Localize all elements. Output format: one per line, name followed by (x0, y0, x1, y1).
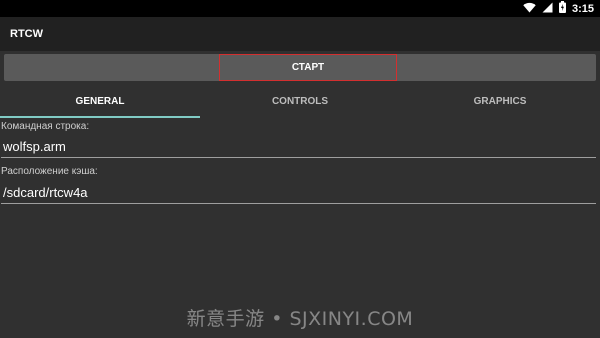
start-button[interactable]: СТАРТ (219, 54, 397, 81)
cache-location-input[interactable] (1, 182, 596, 204)
command-line-input[interactable] (1, 136, 596, 158)
battery-icon (558, 0, 566, 18)
start-bar[interactable]: СТАРТ (4, 54, 596, 81)
watermark: 新意手游 • SJXINYI.COM (186, 308, 414, 330)
command-line-label: Командная строка: (1, 121, 90, 132)
app-bar: RTCW (0, 17, 600, 51)
status-icons: 3:15 (523, 0, 594, 17)
tab-general[interactable]: GENERAL (0, 84, 200, 118)
cache-location-label: Расположение кэша: (1, 166, 98, 177)
tab-graphics[interactable]: GRAPHICS (400, 84, 600, 118)
tab-indicator (0, 116, 200, 118)
tab-controls[interactable]: CONTROLS (200, 84, 400, 118)
app-title: RTCW (10, 28, 43, 40)
wifi-icon (523, 0, 536, 18)
status-time: 3:15 (571, 2, 594, 15)
status-bar: 3:15 (0, 0, 600, 17)
signal-icon (542, 0, 553, 18)
tab-bar: GENERAL CONTROLS GRAPHICS (0, 84, 600, 118)
